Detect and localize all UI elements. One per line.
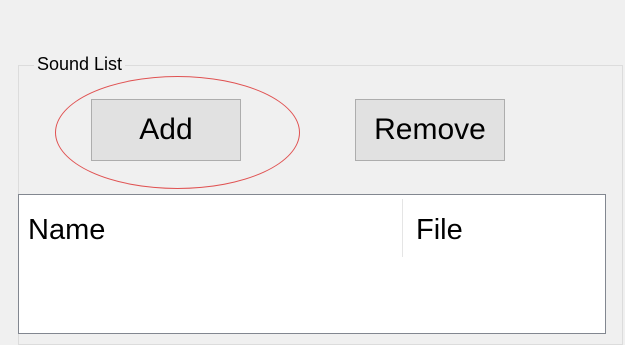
- add-button[interactable]: Add: [91, 99, 241, 161]
- column-header-name[interactable]: Name: [28, 212, 105, 248]
- groupbox-title: Sound List: [34, 53, 126, 75]
- column-header-file[interactable]: File: [416, 212, 463, 248]
- remove-button[interactable]: Remove: [355, 99, 505, 161]
- column-divider[interactable]: [402, 199, 403, 257]
- sound-list-view[interactable]: Name File: [18, 194, 606, 334]
